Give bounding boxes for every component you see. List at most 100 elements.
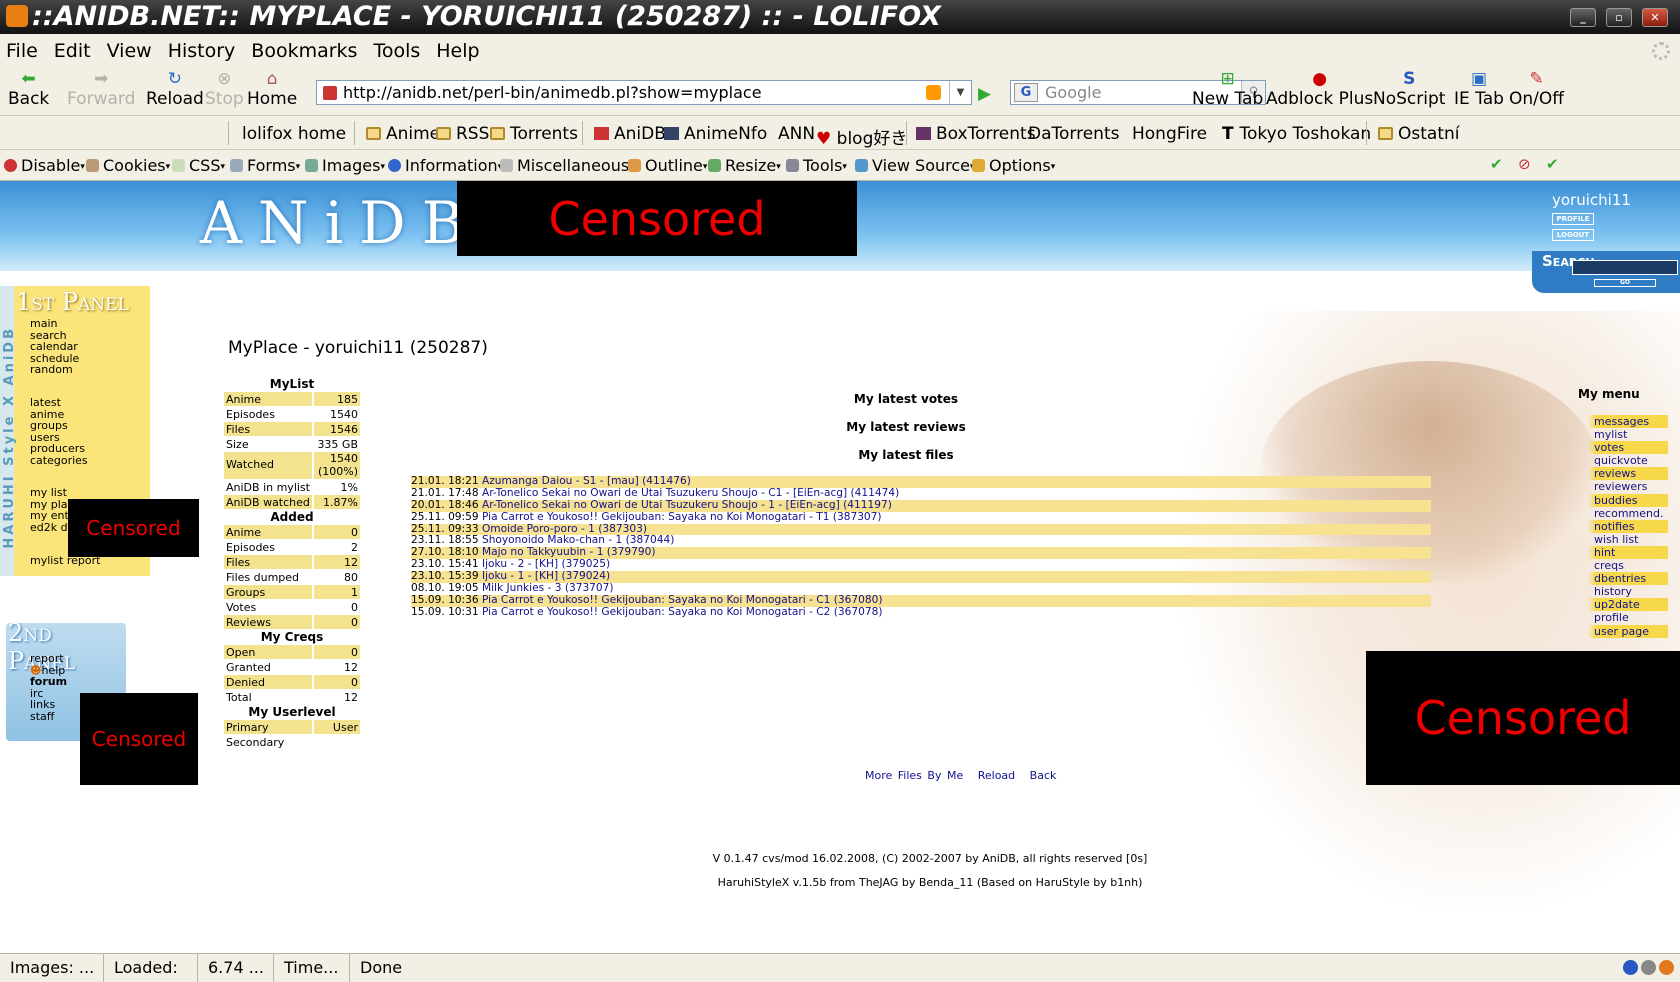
- bookmark-folder-torrents[interactable]: Torrents: [490, 124, 578, 144]
- url-bar[interactable]: http://anidb.net/perl-bin/animedb.pl?sho…: [316, 80, 972, 105]
- menu-edit[interactable]: Edit: [54, 40, 91, 62]
- nav-my-list[interactable]: my list: [30, 487, 69, 499]
- bookmark-folder-rss[interactable]: RSS: [436, 124, 489, 144]
- valid-icon[interactable]: ✔: [1546, 155, 1559, 173]
- menu-history[interactable]: History: [168, 40, 236, 62]
- webdev-forms[interactable]: Forms▾: [230, 156, 300, 175]
- nav-main[interactable]: main: [30, 318, 79, 330]
- menu-item-reviewers[interactable]: reviewers: [1588, 480, 1668, 494]
- webdev-images[interactable]: Images▾: [305, 156, 385, 175]
- url-dropdown-icon[interactable]: ▼: [949, 81, 971, 104]
- nav-ed2k[interactable]: ed2k d: [30, 522, 69, 534]
- file-link[interactable]: Ar-Tonelico Sekai no Owari de Utai Tsuzu…: [482, 488, 899, 499]
- globe-status-icon[interactable]: [1659, 960, 1674, 975]
- file-link[interactable]: Shoyonoido Mako-chan - 1 (387044): [482, 535, 674, 546]
- menu-view[interactable]: View: [107, 40, 152, 62]
- site-search-input[interactable]: [1572, 260, 1678, 275]
- stop-button[interactable]: ⊗ Stop: [205, 70, 244, 109]
- menu-item-buddies[interactable]: buddies: [1588, 493, 1668, 507]
- menu-item-profile[interactable]: profile: [1588, 611, 1668, 625]
- file-link[interactable]: Ijoku - 2 - [KH] (379025): [482, 559, 610, 570]
- bookmark-animenfo[interactable]: AnimeNfo: [664, 124, 767, 144]
- anidb-logo[interactable]: ANiDB: [200, 189, 480, 257]
- new-tab-button[interactable]: ⊞ New Tab: [1192, 70, 1263, 109]
- webdev-css[interactable]: CSS▾: [172, 156, 225, 175]
- webdev-view-source[interactable]: View Source▾: [855, 156, 975, 175]
- minimize-button[interactable]: _: [1570, 8, 1596, 27]
- reload-link[interactable]: Reload: [978, 769, 1015, 782]
- webdev-disable[interactable]: Disable▾: [4, 156, 85, 175]
- back-link[interactable]: Back: [1030, 769, 1057, 782]
- bookmark-anidb[interactable]: AniDB: [594, 124, 666, 144]
- webdev-miscellaneous[interactable]: Miscellaneous▾: [500, 156, 634, 175]
- menu-item-votes[interactable]: votes: [1588, 441, 1668, 455]
- webdev-outline[interactable]: Outline▾: [628, 156, 707, 175]
- menu-item-quickvote[interactable]: quickvote: [1588, 454, 1668, 468]
- webdev-resize[interactable]: Resize▾: [708, 156, 781, 175]
- menu-item-history[interactable]: history: [1588, 585, 1668, 599]
- menu-item-up2date[interactable]: up2date: [1588, 598, 1668, 612]
- menu-item-notifies[interactable]: notifies: [1588, 519, 1668, 533]
- menu-item-creqs[interactable]: creqs: [1588, 559, 1668, 573]
- webdev-cookies[interactable]: Cookies▾: [86, 156, 170, 175]
- adblock-button[interactable]: ● Adblock Plus: [1266, 70, 1373, 109]
- menu-item-user-page[interactable]: user page: [1588, 624, 1668, 638]
- menu-item-wish-list[interactable]: wish list: [1588, 532, 1668, 546]
- profile-button[interactable]: PROFILE: [1552, 213, 1594, 225]
- file-link[interactable]: Ijoku - 1 - [KH] (379024): [482, 571, 610, 582]
- menu-item-hint[interactable]: hint: [1588, 545, 1668, 560]
- menu-item-recommend[interactable]: recommend.: [1588, 506, 1668, 520]
- menu-item-dbentries[interactable]: dbentries: [1588, 572, 1668, 586]
- bookmark-tokyo-toshokan[interactable]: T Tokyo Toshokan: [1222, 124, 1371, 144]
- error-icon[interactable]: ⊘: [1518, 155, 1531, 173]
- bookmark-blog[interactable]: ♥ blog好き: [816, 124, 907, 149]
- reload-button[interactable]: ↻ Reload: [146, 70, 204, 109]
- menu-item-reviews[interactable]: reviews: [1588, 467, 1668, 481]
- home-button[interactable]: ⌂ Home: [247, 70, 297, 109]
- checkmark-icon[interactable]: ✔: [1490, 155, 1503, 173]
- logout-button[interactable]: LOGOUT: [1552, 229, 1594, 241]
- maximize-button[interactable]: ▫: [1606, 8, 1632, 27]
- webdev-tools[interactable]: Tools▾: [786, 156, 847, 175]
- noscript-status-icon[interactable]: [1623, 960, 1638, 975]
- menu-item-mylist[interactable]: mylist: [1588, 428, 1668, 442]
- file-link[interactable]: Milk Junkies - 3 (373707): [482, 583, 614, 594]
- bookmark-boxtorrents[interactable]: BoxTorrents: [916, 124, 1036, 144]
- ie-tab-button[interactable]: ▣ IE Tab: [1454, 70, 1504, 109]
- more-files-link[interactable]: More Files By Me: [865, 769, 963, 782]
- webdev-options[interactable]: Options▾: [972, 156, 1055, 175]
- bookmark-ann[interactable]: ANN: [778, 124, 815, 144]
- file-link[interactable]: Azumanga Daiou - S1 - [mau] (411476): [482, 476, 691, 487]
- noscript-button[interactable]: S NoScript: [1373, 70, 1445, 109]
- close-button[interactable]: ✕: [1642, 8, 1668, 27]
- bookmark-hongfire[interactable]: HongFire: [1132, 124, 1207, 318]
- nav-staff[interactable]: staff: [30, 711, 67, 723]
- search-go-button[interactable]: GO: [1594, 279, 1656, 287]
- menu-tools[interactable]: Tools: [373, 40, 420, 62]
- file-link[interactable]: Ar-Tonelico Sekai no Owari de Utai Tsuzu…: [482, 500, 892, 511]
- file-link[interactable]: Majo no Takkyuubin - 1 (379790): [482, 547, 656, 558]
- file-link[interactable]: Pia Carrot e Youkoso!! Gekijouban: Sayak…: [482, 607, 883, 618]
- onoff-button[interactable]: ✎ On/Off: [1509, 70, 1564, 109]
- file-link[interactable]: Pia Carrot e Youkoso!! Gekijouban: Sayak…: [482, 595, 883, 606]
- nav-random[interactable]: random: [30, 364, 79, 376]
- file-link[interactable]: Pia Carrot e Youkoso!! Gekijouban: Sayak…: [482, 512, 882, 523]
- rss-feed-icon[interactable]: [926, 85, 941, 100]
- menu-help[interactable]: Help: [436, 40, 479, 62]
- menu-file[interactable]: File: [6, 40, 38, 62]
- bookmark-lolifox-home[interactable]: lolifox home: [242, 124, 346, 318]
- bookmark-datorrents[interactable]: DaTorrents: [1028, 124, 1119, 318]
- google-engine-icon[interactable]: G: [1014, 83, 1038, 102]
- menu-item-messages[interactable]: messages: [1588, 415, 1668, 429]
- extension-status-icon[interactable]: [1641, 960, 1656, 975]
- nav-categories[interactable]: categories: [30, 455, 88, 467]
- bookmark-folder-ostatni[interactable]: Ostatní: [1378, 124, 1459, 144]
- menu-bookmarks[interactable]: Bookmarks: [251, 40, 357, 62]
- bookmark-folder-anime[interactable]: Anime: [366, 124, 440, 144]
- forward-button[interactable]: ➡ Forward: [67, 70, 135, 109]
- back-button[interactable]: ⬅ Back: [8, 70, 49, 109]
- go-arrow-icon[interactable]: ▶: [978, 84, 991, 104]
- file-link[interactable]: Omoide Poro-poro - 1 (387303): [482, 524, 647, 535]
- webdev-information[interactable]: Information▾: [388, 156, 502, 175]
- nav-latest[interactable]: latest: [30, 397, 88, 409]
